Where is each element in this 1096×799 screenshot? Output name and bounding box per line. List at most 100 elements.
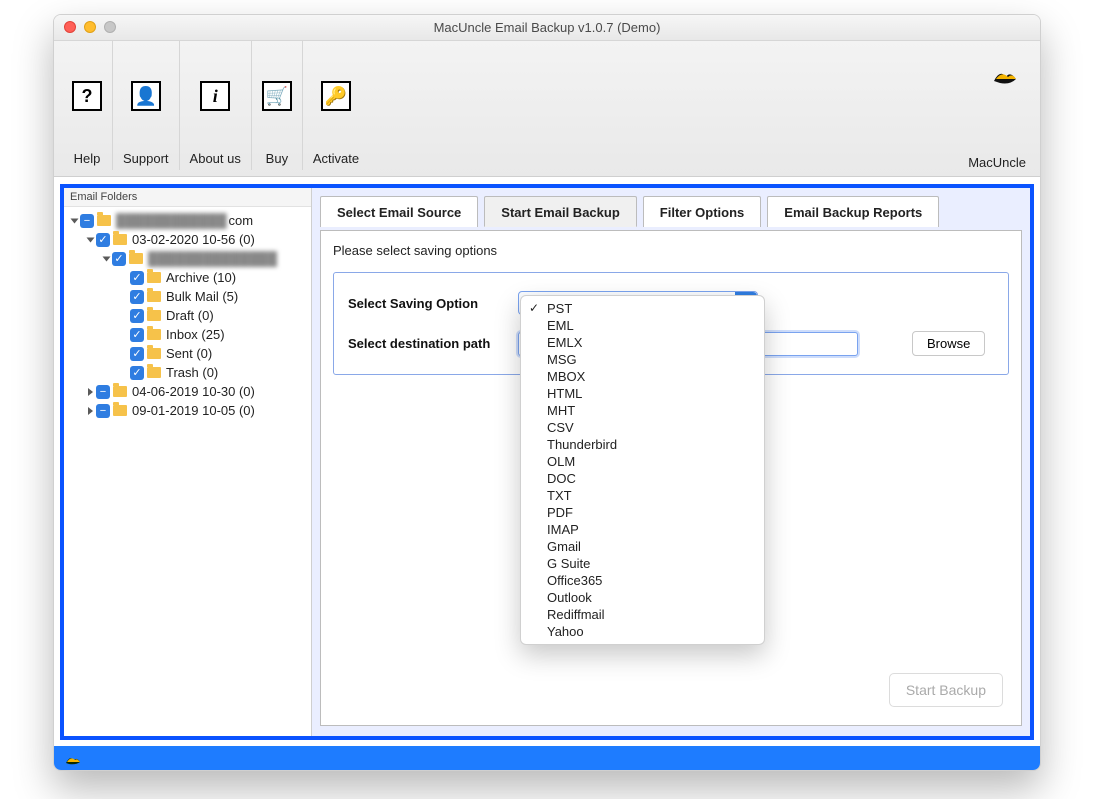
checkbox-icon[interactable]: ✓ [130, 271, 144, 285]
dropdown-option-olm[interactable]: OLM [521, 453, 764, 470]
toolbar-support-label: Support [123, 151, 169, 166]
dropdown-option-pdf[interactable]: PDF [521, 504, 764, 521]
tree-leaf-bulkmail[interactable]: ✓ Bulk Mail (5) [66, 287, 309, 306]
tree-leaf-label: Draft (0) [166, 308, 214, 323]
saving-option-dropdown[interactable]: PSTEMLEMLXMSGMBOXHTMLMHTCSVThunderbirdOL… [520, 295, 765, 645]
folder-icon [147, 329, 161, 340]
tree-leaf-draft[interactable]: ✓ Draft (0) [66, 306, 309, 325]
checkbox-icon[interactable]: ✓ [96, 233, 110, 247]
disclosure-icon[interactable] [88, 407, 93, 415]
dropdown-option-mht[interactable]: MHT [521, 402, 764, 419]
disclosure-icon[interactable] [71, 218, 79, 223]
toolbar-buy[interactable]: 🛒 Buy [252, 41, 303, 170]
dropdown-option-yahoo[interactable]: Yahoo [521, 623, 764, 640]
tree-node-label: 09-01-2019 10-05 (0) [132, 403, 255, 418]
tree-leaf-sent[interactable]: ✓ Sent (0) [66, 344, 309, 363]
status-bar [54, 746, 1040, 770]
sidebar: Email Folders − ████████████ com ✓ [64, 188, 312, 736]
help-icon: ? [72, 81, 102, 111]
tree-node-3[interactable]: − 09-01-2019 10-05 (0) [66, 401, 309, 420]
checkbox-icon[interactable]: ✓ [130, 347, 144, 361]
checkbox-icon[interactable]: ✓ [130, 290, 144, 304]
tree-node-2[interactable]: − 04-06-2019 10-30 (0) [66, 382, 309, 401]
tree-leaf-inbox[interactable]: ✓ Inbox (25) [66, 325, 309, 344]
folder-icon [113, 405, 127, 416]
dropdown-option-gmail[interactable]: Gmail [521, 538, 764, 555]
toolbar-activate[interactable]: 🔑 Activate [303, 41, 369, 170]
tree-leaf-archive[interactable]: ✓Archive (10) [66, 268, 309, 287]
tree-node-label: 03-02-2020 10-56 (0) [132, 232, 255, 247]
folder-icon [113, 234, 127, 245]
window-title: MacUncle Email Backup v1.0.7 (Demo) [434, 20, 661, 35]
tree-node-1[interactable]: ✓ 03-02-2020 10-56 (0) [66, 230, 309, 249]
toolbar-help-label: Help [74, 151, 101, 166]
dropdown-option-txt[interactable]: TXT [521, 487, 764, 504]
dropdown-option-pst[interactable]: PST [521, 300, 764, 317]
folder-icon [97, 215, 111, 226]
checkbox-icon[interactable]: ✓ [112, 252, 126, 266]
traffic-lights [64, 21, 116, 33]
checkbox-mixed-icon[interactable]: − [96, 385, 110, 399]
tab-reports[interactable]: Email Backup Reports [767, 196, 939, 227]
checkbox-icon[interactable]: ✓ [130, 309, 144, 323]
dropdown-option-mbox[interactable]: MBOX [521, 368, 764, 385]
dropdown-option-csv[interactable]: CSV [521, 419, 764, 436]
dropdown-option-doc[interactable]: DOC [521, 470, 764, 487]
key-icon: 🔑 [321, 81, 351, 111]
folder-tree: − ████████████ com ✓ 03-02-2020 10-56 (0… [64, 207, 311, 424]
tree-node-label: ██████████████ [148, 251, 277, 266]
dropdown-option-outlook[interactable]: Outlook [521, 589, 764, 606]
tree-leaf-label: Sent (0) [166, 346, 212, 361]
disclosure-icon[interactable] [103, 256, 111, 261]
folder-icon [147, 367, 161, 378]
toolbar-activate-label: Activate [313, 151, 359, 166]
folder-icon [147, 291, 161, 302]
dropdown-option-g-suite[interactable]: G Suite [521, 555, 764, 572]
toolbar-about[interactable]: i About us [180, 41, 252, 170]
checkbox-mixed-icon[interactable]: − [96, 404, 110, 418]
tab-select-source[interactable]: Select Email Source [320, 196, 478, 227]
checkbox-mixed-icon[interactable]: − [80, 214, 94, 228]
tree-leaf-label: Bulk Mail (5) [166, 289, 238, 304]
tree-root-label: ████████████ [116, 213, 227, 228]
dropdown-option-html[interactable]: HTML [521, 385, 764, 402]
folder-icon [147, 348, 161, 359]
close-window-button[interactable] [64, 21, 76, 33]
destination-path-label: Select destination path [348, 336, 518, 351]
tab-start-backup[interactable]: Start Email Backup [484, 196, 637, 227]
toolbar: ? Help 👤 Support i About us 🛒 Buy 🔑 Acti… [54, 41, 1040, 177]
tree-leaf-label: Inbox (25) [166, 327, 225, 342]
brand-label: MacUncle [968, 155, 1026, 170]
dropdown-option-imap[interactable]: IMAP [521, 521, 764, 538]
checkbox-icon[interactable]: ✓ [130, 366, 144, 380]
browse-button[interactable]: Browse [912, 331, 985, 356]
checkbox-icon[interactable]: ✓ [130, 328, 144, 342]
dropdown-option-eml[interactable]: EML [521, 317, 764, 334]
disclosure-icon[interactable] [88, 388, 93, 396]
tree-node-blurred[interactable]: ✓ ██████████████ [66, 249, 309, 268]
dropdown-option-rediffmail[interactable]: Rediffmail [521, 606, 764, 623]
folder-icon [147, 310, 161, 321]
tab-filter-options[interactable]: Filter Options [643, 196, 762, 227]
toolbar-support[interactable]: 👤 Support [113, 41, 180, 170]
dropdown-option-emlx[interactable]: EMLX [521, 334, 764, 351]
instruction-text: Please select saving options [333, 243, 1009, 258]
sidebar-header: Email Folders [64, 188, 311, 207]
dropdown-option-office365[interactable]: Office365 [521, 572, 764, 589]
disclosure-icon[interactable] [87, 237, 95, 242]
dropdown-option-msg[interactable]: MSG [521, 351, 764, 368]
dropdown-option-thunderbird[interactable]: Thunderbird [521, 436, 764, 453]
tree-leaf-trash[interactable]: ✓Trash (0) [66, 363, 309, 382]
folder-icon [147, 272, 161, 283]
toolbar-help[interactable]: ? Help [62, 41, 113, 170]
support-icon: 👤 [131, 81, 161, 111]
tree-root[interactable]: − ████████████ com [66, 211, 309, 230]
zoom-window-button[interactable] [104, 21, 116, 33]
cart-icon: 🛒 [262, 81, 292, 111]
tree-node-label: 04-06-2019 10-30 (0) [132, 384, 255, 399]
toolbar-buy-label: Buy [266, 151, 288, 166]
saving-option-label: Select Saving Option [348, 296, 518, 311]
toolbar-about-label: About us [190, 151, 241, 166]
start-backup-button[interactable]: Start Backup [889, 673, 1003, 707]
minimize-window-button[interactable] [84, 21, 96, 33]
